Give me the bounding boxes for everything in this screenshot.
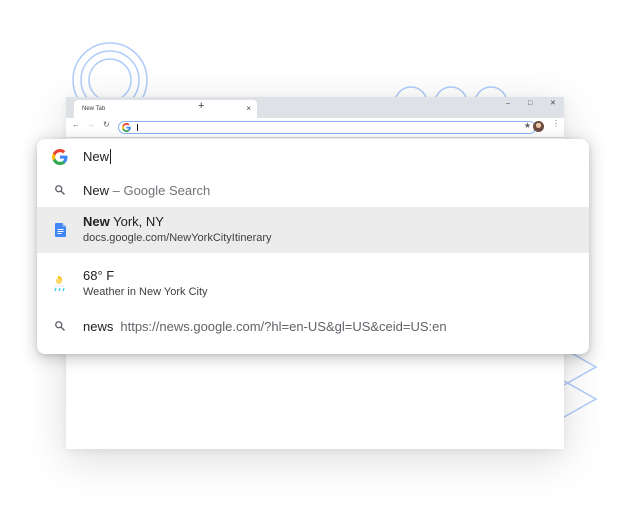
google-g-icon — [122, 123, 131, 132]
reload-icon[interactable]: ↻ — [103, 121, 110, 129]
toolbar: ← → ↻ ★ ⋮ — [66, 118, 564, 138]
address-bar-caret — [137, 124, 138, 131]
close-window-button[interactable]: ✕ — [550, 100, 556, 107]
omnibox-input-value: New — [83, 149, 110, 164]
minimize-button[interactable]: – — [506, 100, 510, 107]
tab-strip: New Tab × + – □ ✕ — [66, 97, 564, 118]
weather-location: Weather in New York City — [83, 286, 208, 298]
suggestion-text: New York, NY docs.google.com/NewYorkCity… — [83, 214, 272, 244]
docs-icon — [53, 223, 67, 237]
suggestion-text: 68° F Weather in New York City — [83, 268, 208, 298]
address-bar[interactable]: ★ — [118, 121, 536, 134]
suggestion-url: https://news.google.com/?hl=en-US&gl=US&… — [120, 319, 447, 334]
weather-temperature: 68° F — [83, 268, 115, 283]
avatar[interactable] — [533, 121, 544, 132]
text-caret — [110, 149, 112, 164]
search-icon — [53, 183, 67, 197]
suggestion-google-search[interactable]: New – Google Search — [37, 177, 589, 203]
forward-icon[interactable]: → — [87, 121, 95, 129]
suggestion-match: news — [83, 319, 114, 334]
google-g-icon — [52, 149, 68, 165]
weather-icon — [52, 275, 68, 293]
suggestion-match: New — [83, 183, 110, 198]
search-icon — [53, 319, 67, 333]
suggestion-rest: York, NY — [109, 214, 164, 229]
decorative-diamonds — [563, 348, 598, 418]
tab-title: New Tab — [82, 106, 106, 112]
back-icon[interactable]: ← — [72, 121, 80, 129]
omnibox-input-row[interactable]: New — [37, 139, 589, 177]
suggestion-weather[interactable]: 68° F Weather in New York City — [37, 261, 589, 307]
suggestion-text: news https://news.google.com/?hl=en-US&gl… — [83, 319, 447, 334]
bookmark-star-icon[interactable]: ★ — [524, 122, 531, 130]
suggestion-match: New — [83, 214, 110, 229]
suggestion-suffix: – Google Search — [109, 183, 211, 198]
suggestion-url: docs.google.com/NewYorkCityItinerary — [83, 232, 272, 244]
maximize-button[interactable]: □ — [528, 100, 532, 107]
menu-icon[interactable]: ⋮ — [552, 120, 560, 128]
omnibox-input[interactable]: New — [83, 149, 112, 164]
suggestion-news[interactable]: news https://news.google.com/?hl=en-US&gl… — [37, 313, 589, 339]
new-tab-button[interactable]: + — [198, 101, 204, 112]
tab-new-tab[interactable]: New Tab × — [74, 100, 257, 118]
omnibox-dropdown: New New – Google Search New York, NY doc… — [37, 139, 589, 354]
suggestion-docs-new-york[interactable]: New York, NY docs.google.com/NewYorkCity… — [37, 207, 589, 253]
suggestion-text: New – Google Search — [83, 183, 210, 198]
tab-close-icon[interactable]: × — [246, 105, 251, 113]
